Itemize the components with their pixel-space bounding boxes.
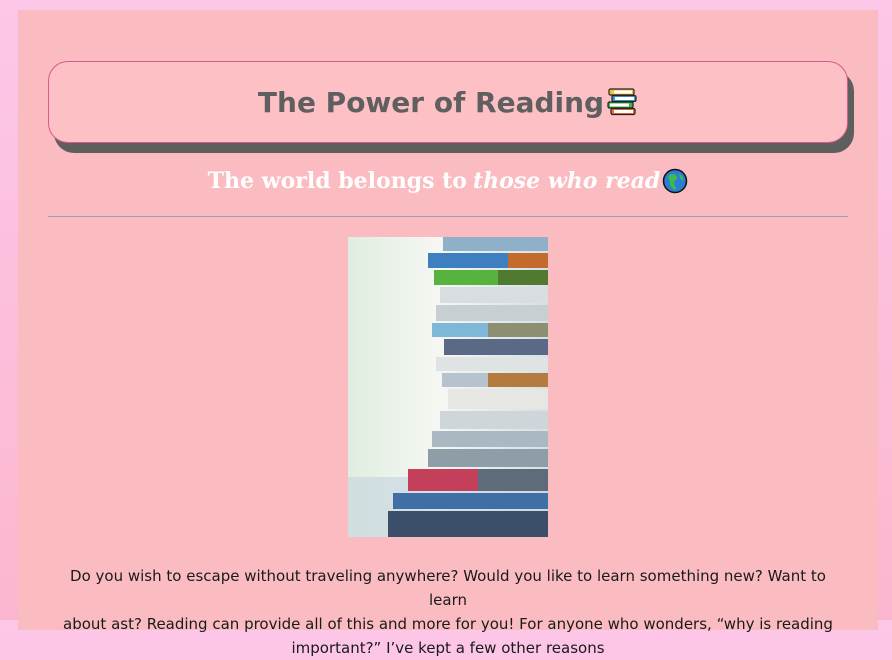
books-icon: [607, 88, 637, 116]
page-container: The Power of Reading The world belongs t…: [18, 10, 878, 657]
intro-line-1: Do you wish to escape without traveling …: [70, 567, 826, 609]
divider: [48, 216, 848, 217]
intro-paragraph: Do you wish to escape without traveling …: [58, 564, 838, 660]
intro-line-3: important?” I’ve kept a few other reason…: [291, 639, 605, 657]
title-banner: The Power of Reading: [48, 61, 848, 143]
intro-line-2: about ast? Reading can provide all of th…: [63, 615, 833, 633]
page-title-text: The Power of Reading: [257, 85, 605, 119]
globe-icon: [663, 168, 688, 194]
tagline: The world belongs to those who read: [18, 168, 878, 194]
tagline-lead: The world belongs to: [207, 168, 467, 194]
books-stack-illustration: [348, 237, 548, 537]
page-title: The Power of Reading: [258, 86, 638, 119]
books-stack-image: [348, 237, 548, 537]
tagline-emphasis: those who read: [472, 168, 661, 194]
